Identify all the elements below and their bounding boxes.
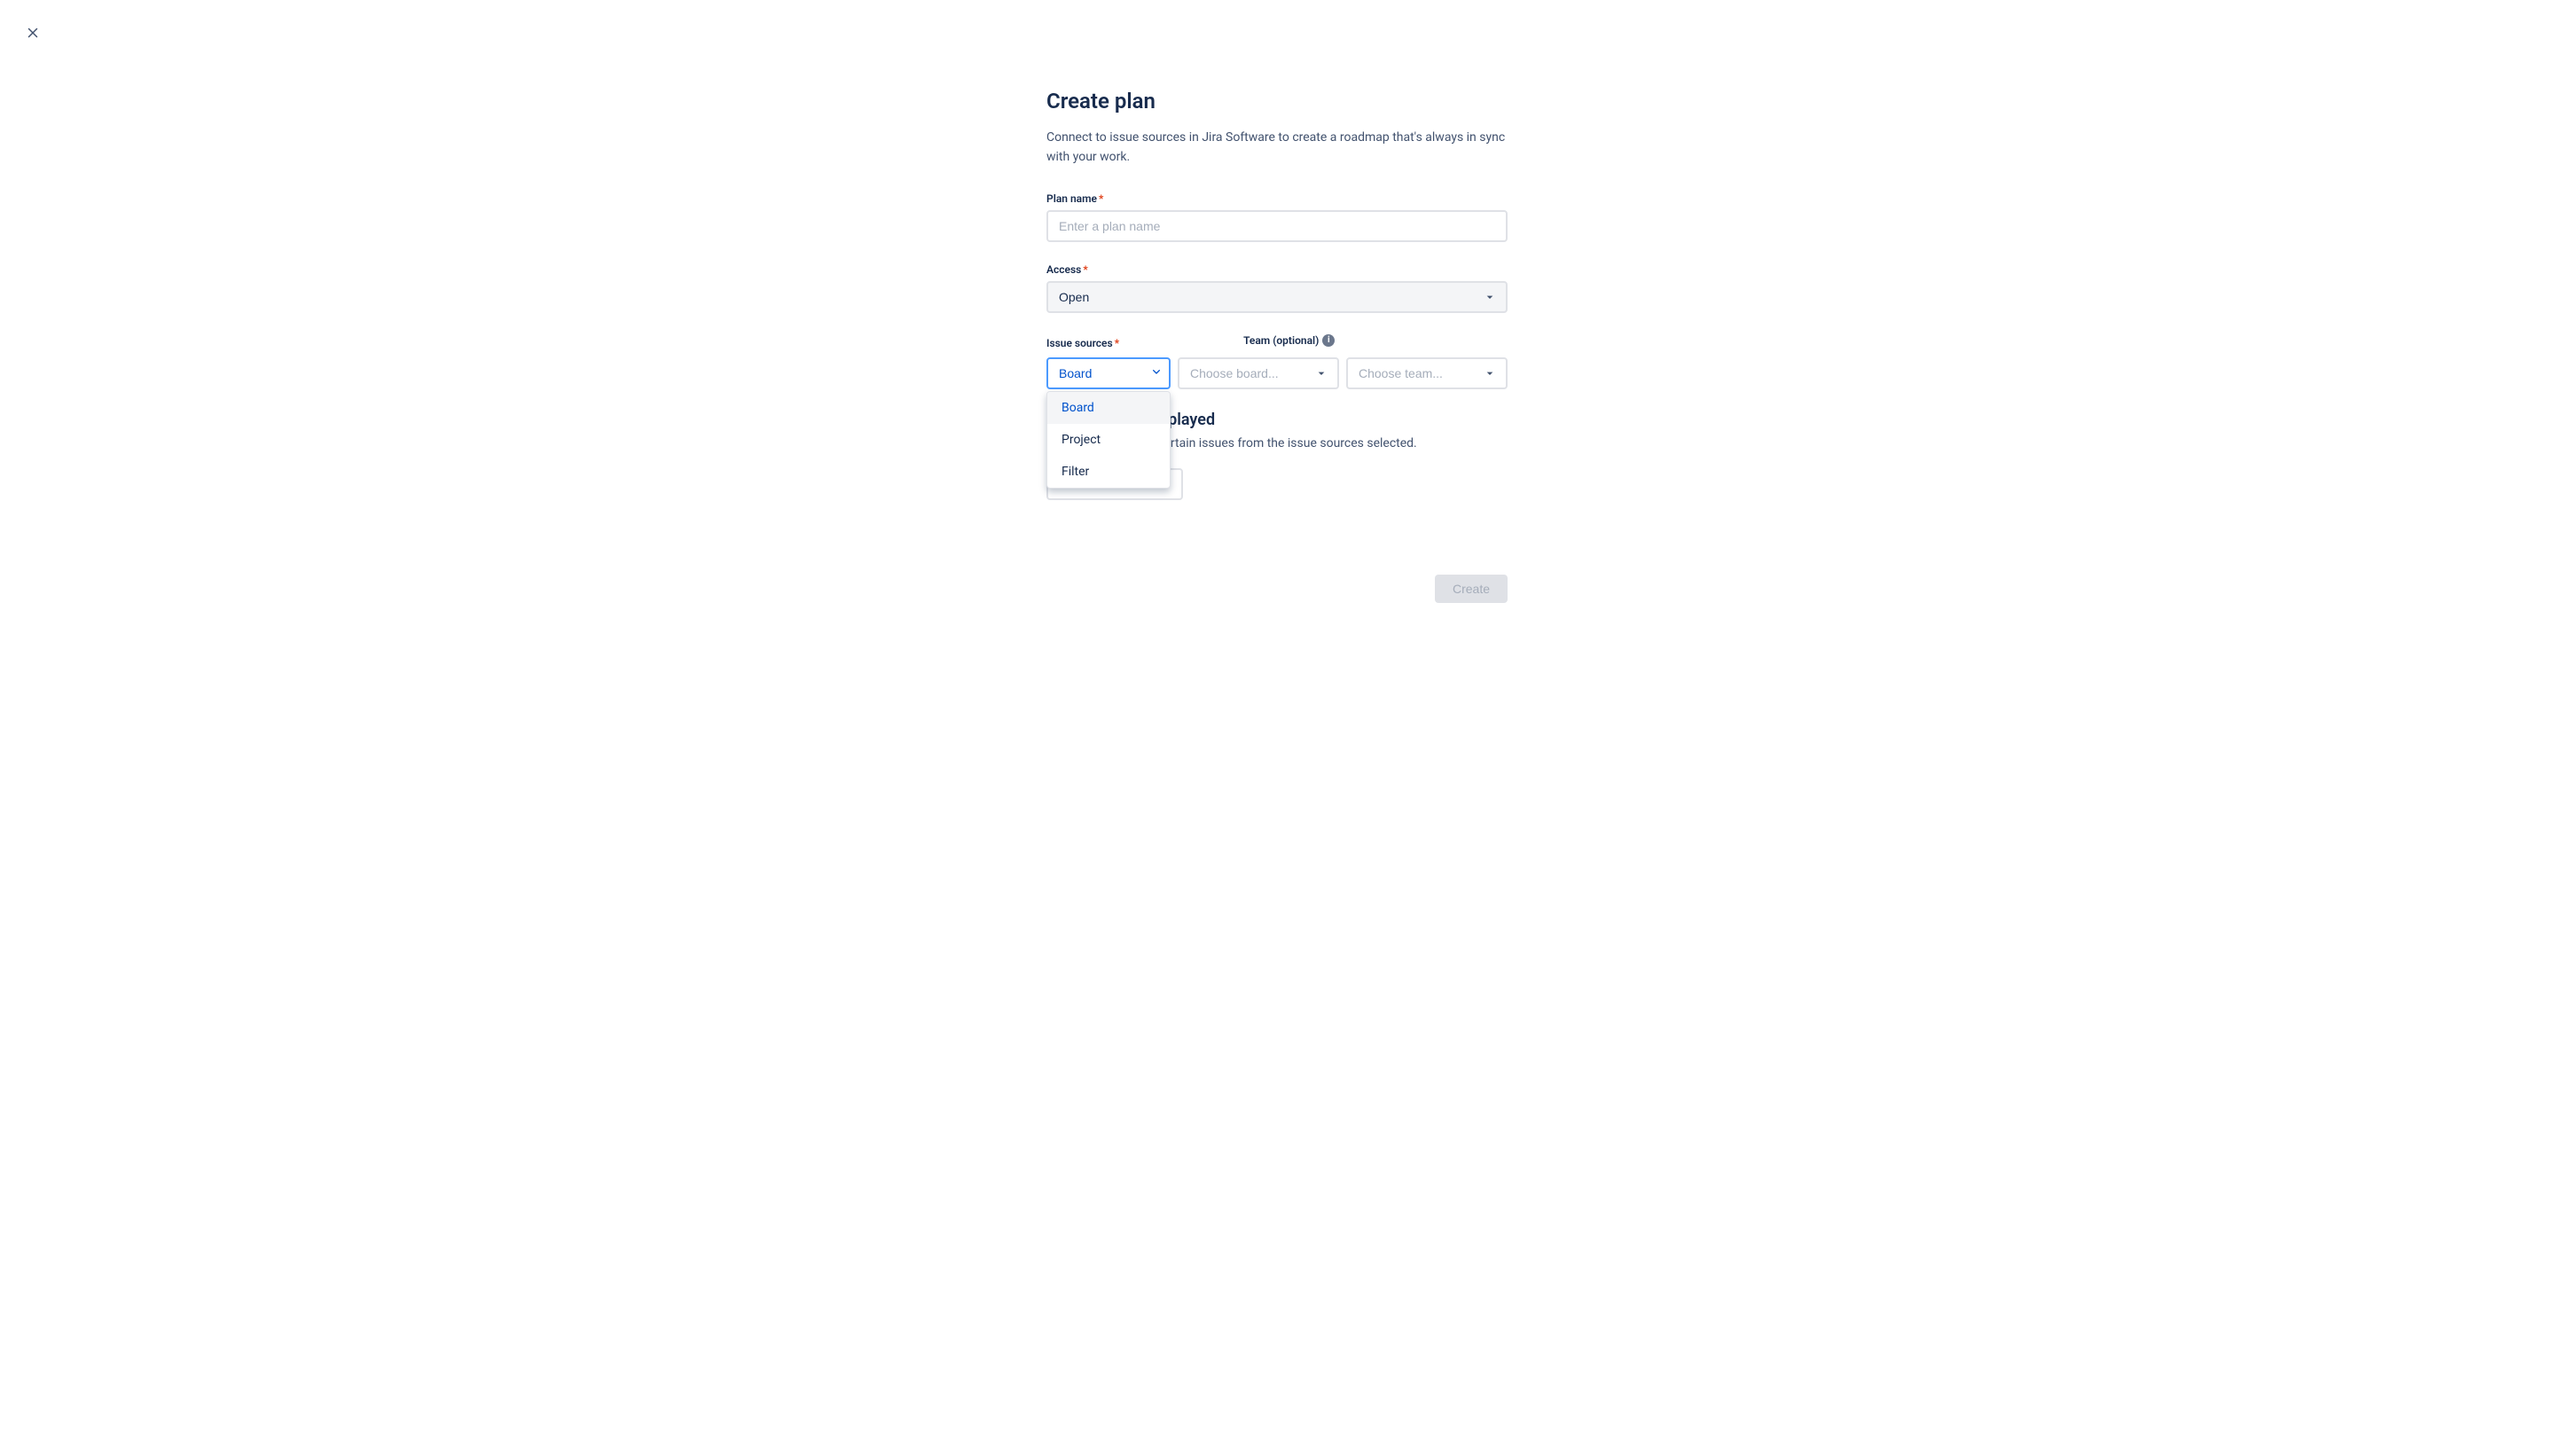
page-container: Create plan Connect to issue sources in … [0, 0, 2554, 1456]
team-info-icon[interactable]: i [1322, 334, 1335, 347]
plan-name-input[interactable] [1046, 210, 1508, 242]
form-footer: Create [1046, 557, 1508, 603]
page-description: Connect to issue sources in Jira Softwar… [1046, 128, 1508, 168]
plan-name-label: Plan name* [1046, 192, 1508, 205]
source-type-wrapper: Board Project Filter Board Proj [1046, 357, 1171, 389]
issue-sources-label: Issue sources* [1046, 337, 1119, 349]
plan-name-group: Plan name* [1046, 192, 1508, 242]
issue-sources-group: Issue sources* Team (optional) i Board P… [1046, 334, 1508, 389]
sources-row-wrapper: Board Project Filter Board Proj [1046, 357, 1508, 389]
team-select[interactable]: Choose team... [1346, 357, 1508, 389]
team-select-wrapper: Choose team... [1346, 357, 1508, 389]
access-label: Access* [1046, 263, 1508, 276]
page-title: Create plan [1046, 89, 1508, 114]
dropdown-item-board[interactable]: Board [1047, 392, 1170, 424]
close-button[interactable] [21, 21, 44, 44]
board-select[interactable]: Choose board... [1178, 357, 1339, 389]
source-type-select[interactable]: Board Project Filter [1046, 357, 1171, 389]
team-label: Team (optional) [1243, 334, 1319, 347]
board-select-wrapper: Choose board... [1178, 357, 1339, 389]
team-label-row: Team (optional) i [1243, 334, 1335, 347]
dropdown-item-project[interactable]: Project [1047, 424, 1170, 456]
dropdown-item-filter[interactable]: Filter [1047, 456, 1170, 488]
form-container: Create plan Connect to issue sources in … [1046, 89, 1508, 1403]
issue-sources-row: Board Project Filter Board Proj [1046, 357, 1508, 389]
access-select[interactable]: Open Private Invite only [1046, 281, 1508, 313]
access-group: Access* Open Private Invite only [1046, 263, 1508, 313]
source-type-dropdown-menu: Board Project Filter [1046, 391, 1171, 489]
create-button[interactable]: Create [1435, 575, 1508, 603]
